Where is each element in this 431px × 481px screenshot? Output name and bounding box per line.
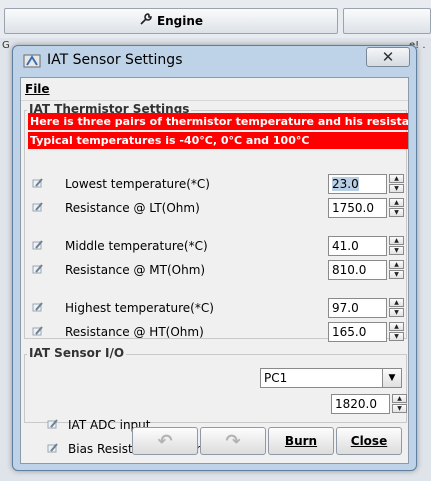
thermistor-settings-group: IAT Thermistor Settings Here is three pa…	[24, 102, 408, 342]
close-icon: ✕	[381, 48, 395, 66]
title-bar[interactable]: IAT Sensor Settings ✕	[13, 46, 416, 76]
window-close-button[interactable]: ✕	[366, 47, 410, 67]
resistance-mt-input[interactable]: 810.0	[328, 260, 387, 280]
adc-input-value: PC1	[264, 371, 288, 385]
spinner-up-button[interactable]: ▲	[389, 322, 404, 331]
menu-bar: File	[21, 78, 408, 101]
warning-line-1: Here is three pairs of thermistor temper…	[28, 113, 408, 130]
pencil-icon	[47, 442, 59, 454]
background-tab-button[interactable]	[343, 8, 431, 34]
window-title: IAT Sensor Settings	[47, 52, 183, 68]
highest-temperature-input[interactable]: 97.0	[328, 298, 387, 318]
lowest-temperature-input[interactable]: 23.0	[328, 174, 387, 194]
resistance-ht-input[interactable]: 165.0	[328, 322, 387, 342]
burn-button[interactable]: Burn	[268, 427, 334, 455]
pencil-icon	[32, 301, 44, 313]
pencil-icon	[32, 325, 44, 337]
spinner-up-button[interactable]: ▲	[392, 394, 407, 403]
pencil-icon	[32, 263, 44, 275]
spinner-down-button[interactable]: ▼	[392, 404, 407, 413]
menu-file[interactable]: File	[25, 82, 50, 96]
resistance-lt-label: Resistance @ LT(Ohm)	[65, 201, 200, 215]
close-button[interactable]: Close	[336, 427, 402, 455]
spinner-up-button[interactable]: ▲	[389, 298, 404, 307]
redo-button[interactable]: ↷	[200, 427, 266, 455]
resistance-lt-input[interactable]: 1750.0	[328, 198, 387, 218]
lowest-temperature-spinner[interactable]: 23.0 ▲ ▼	[328, 174, 405, 194]
engine-tab-button[interactable]: Engine	[4, 8, 338, 34]
resistance-lt-spinner[interactable]: 1750.0 ▲ ▼	[328, 198, 405, 218]
bias-resistor-input[interactable]: 1820.0	[331, 394, 390, 414]
resistance-ht-spinner[interactable]: 165.0 ▲ ▼	[328, 322, 405, 342]
chevron-down-icon[interactable]: ▼	[382, 369, 401, 387]
bias-resistor-spinner[interactable]: 1820.0 ▲ ▼	[331, 394, 408, 414]
middle-temperature-input[interactable]: 41.0	[328, 236, 387, 256]
highest-temperature-spinner[interactable]: 97.0 ▲ ▼	[328, 298, 405, 318]
highest-temperature-label: Highest temperature(*C)	[65, 301, 214, 315]
adc-input-select[interactable]: PC1 ▼	[260, 368, 402, 388]
spinner-down-button[interactable]: ▼	[389, 308, 404, 317]
warning-line-2: Typical temperatures is -40°C, 0°C and 1…	[28, 132, 408, 149]
app-icon	[23, 53, 41, 69]
pencil-icon	[32, 201, 44, 213]
sensor-io-group-title: IAT Sensor I/O	[27, 346, 127, 360]
spinner-down-button[interactable]: ▼	[389, 208, 404, 217]
middle-temperature-spinner[interactable]: 41.0 ▲ ▼	[328, 236, 405, 256]
resistance-mt-spinner[interactable]: 810.0 ▲ ▼	[328, 260, 405, 280]
background-text-left: G	[2, 40, 10, 51]
spinner-down-button[interactable]: ▼	[389, 184, 404, 193]
spinner-up-button[interactable]: ▲	[389, 236, 404, 245]
undo-icon: ↶	[157, 430, 173, 452]
redo-icon: ↷	[225, 430, 241, 452]
undo-button[interactable]: ↶	[132, 427, 198, 455]
pencil-icon	[32, 177, 44, 189]
resistance-mt-label: Resistance @ MT(Ohm)	[65, 263, 206, 277]
dialog-button-bar: ↶ ↷ Burn Close	[132, 427, 405, 455]
spinner-up-button[interactable]: ▲	[389, 174, 404, 183]
middle-temperature-label: Middle temperature(*C)	[65, 239, 208, 253]
spinner-down-button[interactable]: ▼	[389, 332, 404, 341]
spinner-up-button[interactable]: ▲	[389, 260, 404, 269]
pencil-icon	[47, 418, 59, 430]
spinner-down-button[interactable]: ▼	[389, 246, 404, 255]
spinner-up-button[interactable]: ▲	[389, 198, 404, 207]
engine-tab-label: Engine	[156, 14, 204, 28]
resistance-ht-label: Resistance @ HT(Ohm)	[65, 325, 204, 339]
spinner-down-button[interactable]: ▼	[389, 270, 404, 279]
dialog-content: File IAT Thermistor Settings Here is thr…	[20, 77, 409, 464]
wrench-icon	[139, 12, 153, 30]
lowest-temperature-label: Lowest temperature(*C)	[65, 177, 210, 191]
iat-sensor-settings-window: IAT Sensor Settings ✕ File IAT Thermisto…	[12, 45, 417, 471]
pencil-icon	[32, 239, 44, 251]
